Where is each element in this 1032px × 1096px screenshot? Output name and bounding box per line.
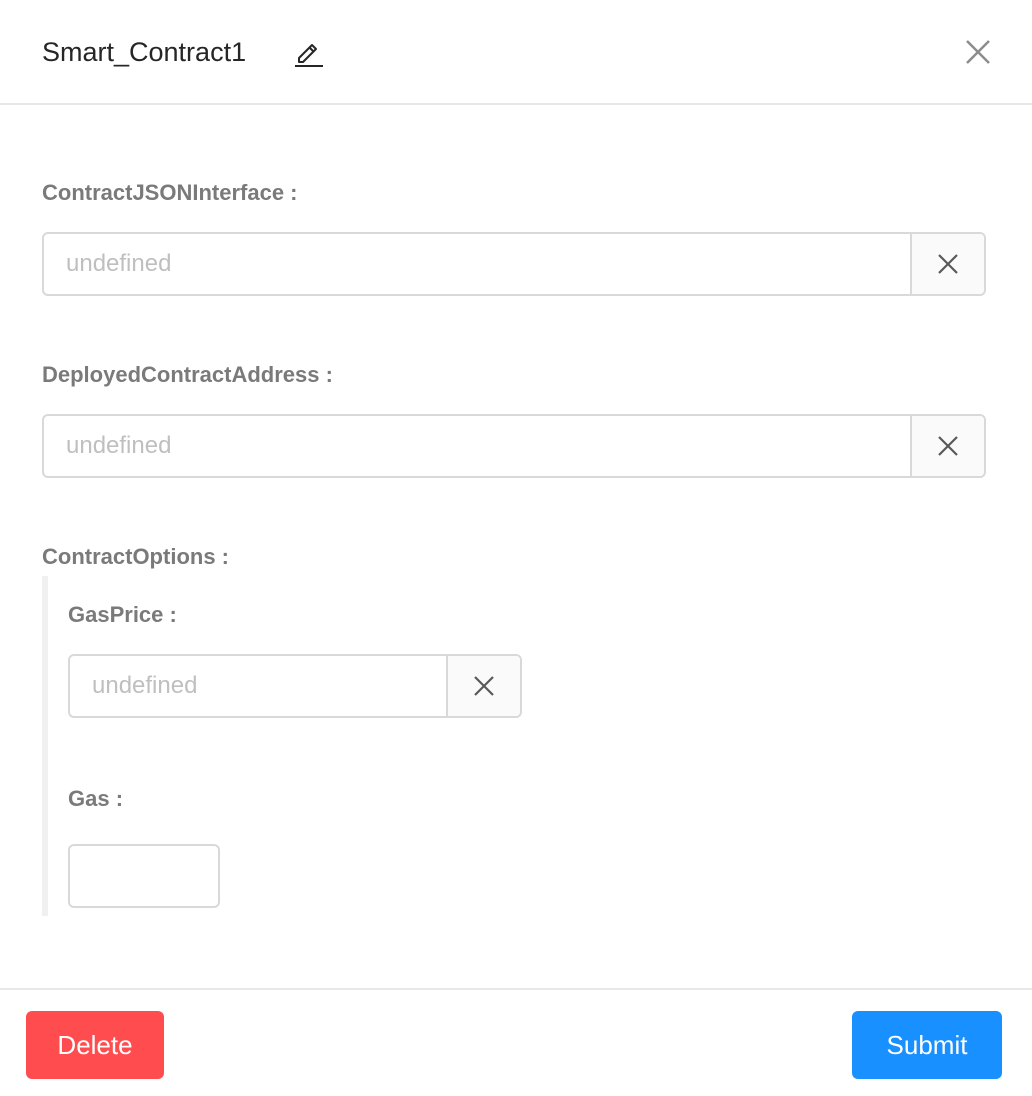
gas-price-label: GasPrice : [68, 602, 177, 627]
submit-button[interactable]: Submit [852, 1011, 1002, 1079]
modal-header: Smart_Contract1 [0, 0, 1032, 105]
edit-icon[interactable] [292, 36, 324, 68]
gas-price-clear-button[interactable] [446, 656, 520, 716]
gas-price-field [68, 654, 522, 718]
delete-button[interactable]: Delete [26, 1011, 164, 1079]
smart-contract-modal: Smart_Contract1 ContractJSONInterface : [0, 0, 1032, 1096]
gas-input[interactable] [68, 844, 220, 908]
contract-options-indent-bar [42, 576, 48, 916]
modal-footer: Delete Submit [0, 988, 1032, 1096]
gas-price-input[interactable] [70, 656, 446, 716]
deployed-contract-address-input[interactable] [44, 416, 910, 476]
close-icon[interactable] [962, 36, 994, 68]
contract-json-interface-clear-button[interactable] [910, 234, 984, 294]
modal-title: Smart_Contract1 [42, 37, 247, 67]
deployed-contract-address-field [42, 414, 986, 478]
deployed-contract-address-label: DeployedContractAddress : [42, 362, 333, 387]
close-icon [474, 676, 494, 696]
contract-json-interface-input[interactable] [44, 234, 910, 294]
contract-json-interface-label: ContractJSONInterface : [42, 180, 298, 205]
close-icon [938, 436, 958, 456]
close-icon [938, 254, 958, 274]
gas-label: Gas : [68, 786, 124, 811]
contract-json-interface-field [42, 232, 986, 296]
contract-options-label: ContractOptions : [42, 544, 229, 569]
deployed-contract-address-clear-button[interactable] [910, 416, 984, 476]
